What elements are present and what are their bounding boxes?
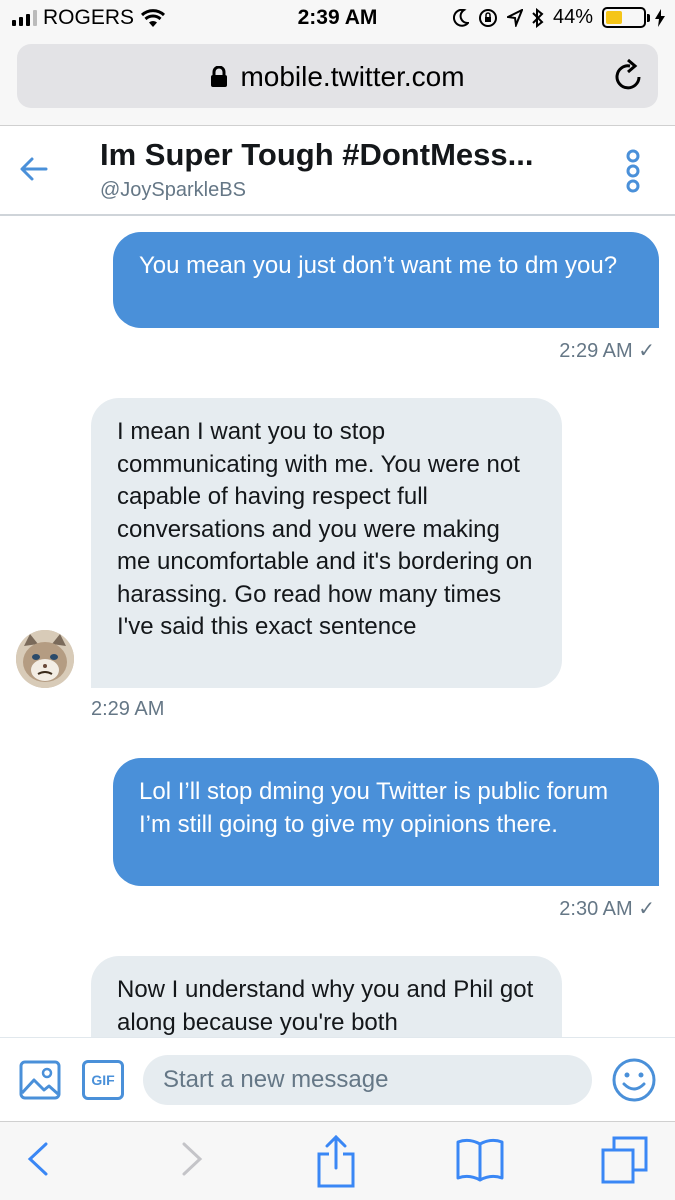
- browser-toolbar: [0, 1121, 675, 1200]
- url-display[interactable]: mobile.twitter.com: [17, 61, 658, 93]
- lock-icon: [211, 66, 228, 87]
- emoji-icon[interactable]: [611, 1057, 657, 1103]
- browser-bar: mobile.twitter.com: [0, 40, 675, 126]
- message-list[interactable]: You mean you just don’t want me to dm yo…: [0, 217, 675, 1037]
- battery-icon: [602, 7, 650, 28]
- gif-button[interactable]: GIF: [82, 1060, 124, 1100]
- rotation-lock-icon: [478, 8, 497, 27]
- url-text: mobile.twitter.com: [240, 61, 465, 92]
- message-bubble-received[interactable]: I mean I want you to stop communicating …: [91, 398, 562, 688]
- battery-percent: 44%: [552, 6, 593, 28]
- avatar[interactable]: [16, 630, 74, 688]
- status-bar: ROGERS 2:39 AM 44%: [0, 0, 675, 40]
- conversation-handle: @JoySparkleBS: [100, 179, 246, 201]
- bluetooth-icon: [532, 7, 544, 28]
- location-icon: [506, 8, 523, 27]
- grumpy-cat-avatar-icon: [16, 630, 74, 688]
- compose-bar: GIF: [0, 1037, 675, 1121]
- message-timestamp: 2:30 AM ✓: [559, 898, 655, 920]
- message-timestamp: 2:29 AM: [91, 698, 165, 720]
- share-icon[interactable]: [314, 1134, 358, 1190]
- reload-icon[interactable]: [614, 58, 644, 92]
- message-bubble-sent[interactable]: Lol I’ll stop dming you Twitter is publi…: [113, 758, 659, 886]
- address-bar[interactable]: mobile.twitter.com: [17, 44, 658, 108]
- message-timestamp: 2:29 AM ✓: [559, 340, 655, 362]
- bookmarks-icon[interactable]: [455, 1134, 505, 1186]
- forward-icon[interactable]: [176, 1134, 206, 1184]
- tabs-icon[interactable]: [600, 1134, 650, 1186]
- message-bubble-received[interactable]: Now I understand why you and Phil got al…: [91, 956, 562, 1037]
- conversation-title: Im Super Tough #DontMess...: [100, 137, 534, 172]
- back-icon[interactable]: [24, 1134, 54, 1184]
- status-right: 44%: [453, 6, 665, 29]
- image-icon[interactable]: [19, 1060, 61, 1100]
- more-options-icon[interactable]: [623, 149, 643, 193]
- message-input[interactable]: [143, 1055, 592, 1105]
- conversation-header: Im Super Tough #DontMess... @JoySparkleB…: [0, 127, 675, 216]
- message-bubble-sent[interactable]: You mean you just don’t want me to dm yo…: [113, 232, 659, 328]
- moon-icon: [453, 8, 469, 27]
- charging-icon: [655, 8, 665, 27]
- back-arrow-icon[interactable]: [18, 153, 50, 185]
